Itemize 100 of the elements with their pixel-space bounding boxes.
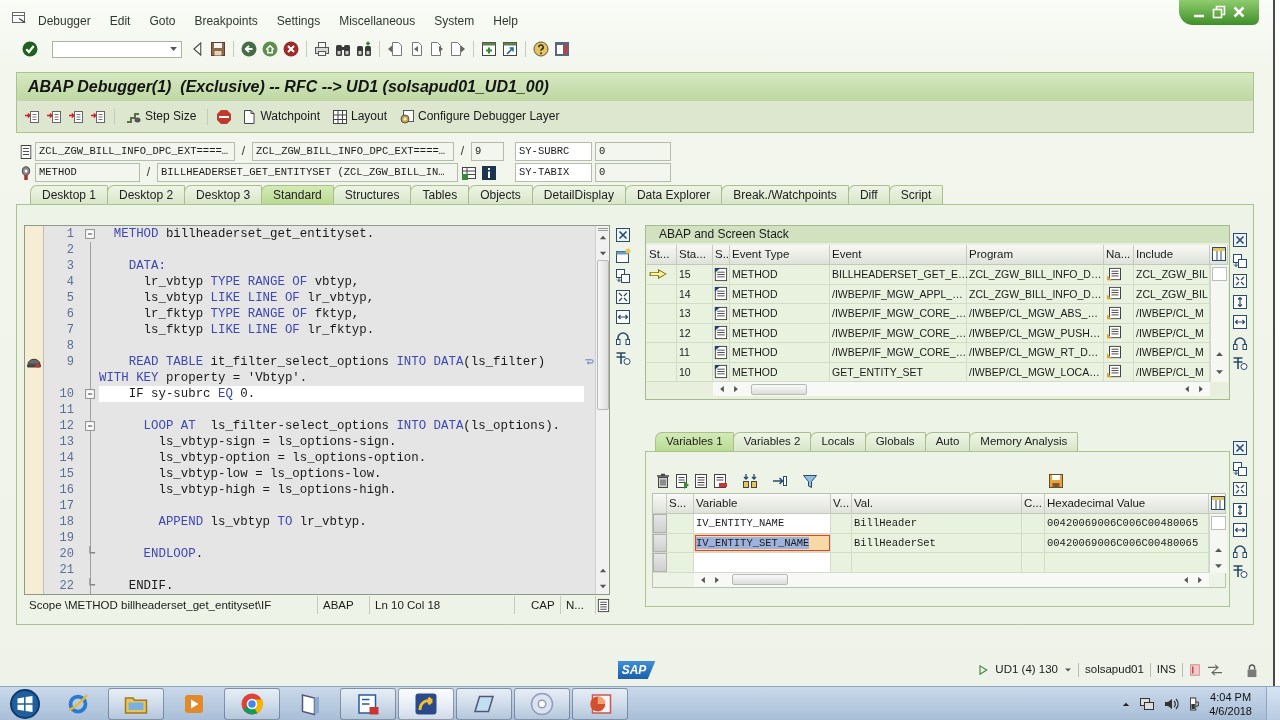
stack-row[interactable]: 15 METHOD BILLHEADERSET_GET_E…ZCL_ZGW_BILL_INFO_D… ZCL_ZGW_BIL <box>647 265 1210 285</box>
list-arrow-icon[interactable] <box>90 108 106 125</box>
save-icon[interactable] <box>210 41 226 57</box>
text-field[interactable]: 9 <box>471 142 504 161</box>
document-icon[interactable] <box>1106 266 1122 282</box>
stack-row[interactable]: 12 METHOD /IWBEP/IF_MGW_CORE_… /IWBEP/CL_MGW_PUSH… /IWBEP/CL_M <box>647 323 1210 343</box>
tab[interactable]: Tables <box>410 185 470 204</box>
document-icon[interactable] <box>674 472 690 489</box>
exit-icon[interactable] <box>262 41 278 57</box>
stack-row[interactable]: 10 METHOD GET_ENTITY_SET /IWBEP/CL_MGW_LOCA… /IWBEP/CL_M <box>647 362 1210 382</box>
tab[interactable]: Variables 1 <box>655 432 734 451</box>
tool-icon[interactable] <box>1232 563 1248 579</box>
taskbar-button[interactable] <box>340 687 396 720</box>
swap-icon[interactable] <box>1232 460 1248 477</box>
save-icon[interactable] <box>1048 472 1064 489</box>
tab[interactable]: Variables 2 <box>732 432 812 451</box>
text-field[interactable]: ZCL_ZGW_BILL_INFO_DPC_EXT====… <box>252 142 454 161</box>
variable-input-field[interactable] <box>694 553 831 572</box>
column-header[interactable]: S.. <box>713 245 730 264</box>
page-icon[interactable] <box>429 41 445 57</box>
start-orb-icon[interactable] <box>10 688 40 719</box>
column-header[interactable]: St... <box>647 245 677 264</box>
page-icon[interactable] <box>387 41 403 57</box>
document-icon[interactable] <box>693 472 709 489</box>
taskbar-button[interactable] <box>572 687 628 720</box>
down-arrow-icon[interactable] <box>1214 367 1225 377</box>
toolbar-button[interactable]: Watchpoint <box>238 106 323 127</box>
delete-icon[interactable] <box>655 472 671 489</box>
swap-icon[interactable] <box>1232 252 1248 269</box>
column-header[interactable]: V... <box>831 494 852 513</box>
shortcut-icon[interactable] <box>502 41 518 57</box>
tab[interactable]: Diff <box>847 185 890 204</box>
command-field[interactable] <box>52 40 182 58</box>
taskbar-button[interactable] <box>398 687 454 720</box>
swap-icon[interactable] <box>615 268 631 284</box>
taskbar-button[interactable] <box>224 687 280 720</box>
merge-icon[interactable] <box>742 472 758 489</box>
tab[interactable]: Standard <box>261 185 334 204</box>
columns-icon[interactable] <box>1210 495 1226 511</box>
info-icon[interactable] <box>481 164 497 181</box>
text-field[interactable]: METHOD <box>35 163 140 182</box>
taskbar-button[interactable] <box>456 687 512 720</box>
stack-row[interactable]: 14 METHOD /IWBEP/IF_MGW_APPL_… ZCL_ZGW_BILL_INFO_D… ZCL_ZGW_BIL <box>647 284 1210 304</box>
tab[interactable]: Globals <box>864 432 926 451</box>
text-field[interactable]: ZCL_ZGW_BILL_INFO_DPC_EXT====… <box>35 142 235 161</box>
column-header[interactable]: Na... <box>1104 245 1134 264</box>
column-header[interactable]: Include <box>1134 245 1210 264</box>
maximize-icon[interactable] <box>1232 481 1248 497</box>
table-icon[interactable] <box>461 164 477 181</box>
column-header[interactable]: Event Type <box>730 245 830 264</box>
variable-name-field[interactable]: SY-TABIX <box>515 163 592 182</box>
menu-item[interactable]: Goto <box>149 14 176 36</box>
tab[interactable]: Objects <box>468 185 533 204</box>
restore-icon[interactable] <box>1211 4 1227 20</box>
width-icon[interactable] <box>1232 522 1248 538</box>
enter-icon[interactable] <box>22 41 38 57</box>
caret-icon[interactable] <box>1064 667 1072 673</box>
tab[interactable]: Data Explorer <box>624 185 723 204</box>
list-arrow-icon[interactable] <box>68 108 84 125</box>
scrollbar[interactable] <box>1210 265 1228 382</box>
toolbar-button[interactable]: Configure Debugger Layer <box>396 106 563 127</box>
help-icon[interactable] <box>533 41 549 57</box>
cancel-icon[interactable] <box>283 41 299 57</box>
network-icon[interactable] <box>1139 695 1156 712</box>
tab[interactable]: Memory Analysis <box>969 432 1079 451</box>
close-icon[interactable] <box>615 227 631 243</box>
menu-item[interactable]: Miscellaneous <box>339 14 416 36</box>
filter-icon[interactable] <box>802 472 818 489</box>
up-arrow-icon[interactable] <box>1214 349 1225 359</box>
stop-icon[interactable] <box>216 108 233 125</box>
width-icon[interactable] <box>1232 314 1248 330</box>
column-header[interactable]: Variable <box>694 494 831 513</box>
height-icon[interactable] <box>1232 293 1248 310</box>
document-icon[interactable] <box>1106 305 1122 321</box>
tab[interactable]: Structures <box>332 185 412 204</box>
menu-item[interactable]: Settings <box>276 14 321 36</box>
headset-icon[interactable] <box>615 329 631 346</box>
column-header[interactable]: Val. <box>852 494 1022 513</box>
tab[interactable]: Break./Watchpoints <box>721 185 849 204</box>
scrollbar-thumb[interactable] <box>596 260 609 410</box>
stack-row[interactable]: 13 METHOD /IWBEP/IF_MGW_CORE_… /IWBEP/CL_MGW_ABS_… /IWBEP/CL_M <box>647 304 1210 324</box>
variable-field[interactable]: IV_ENTITY_NAME <box>694 514 831 533</box>
menu-item[interactable]: System <box>434 14 475 36</box>
tab[interactable]: DetailDisplay <box>531 185 626 204</box>
caret-icon[interactable] <box>169 45 178 53</box>
menu-item[interactable]: Breakpoints <box>194 14 258 36</box>
document-icon[interactable] <box>596 597 611 613</box>
new-window-icon[interactable] <box>481 41 497 57</box>
scrollbar-thumb[interactable] <box>1211 516 1226 530</box>
column-header[interactable]: Program <box>967 245 1104 264</box>
tab[interactable]: Desktop 1 <box>30 185 109 204</box>
text-field[interactable]: BILLHEADERSET_GET_ENTITYSET (ZCL_ZGW_BILL_IN… <box>157 163 458 182</box>
clock-date[interactable]: 4/6/2018 <box>1209 703 1252 718</box>
maximize-icon[interactable] <box>1232 273 1248 289</box>
print-icon[interactable] <box>314 41 330 57</box>
scrollbar[interactable] <box>1209 514 1227 573</box>
headset-icon[interactable] <box>1232 542 1248 559</box>
layout-icon[interactable] <box>554 41 570 57</box>
tab[interactable]: Script <box>888 185 944 204</box>
tab[interactable]: Locals <box>810 432 866 451</box>
